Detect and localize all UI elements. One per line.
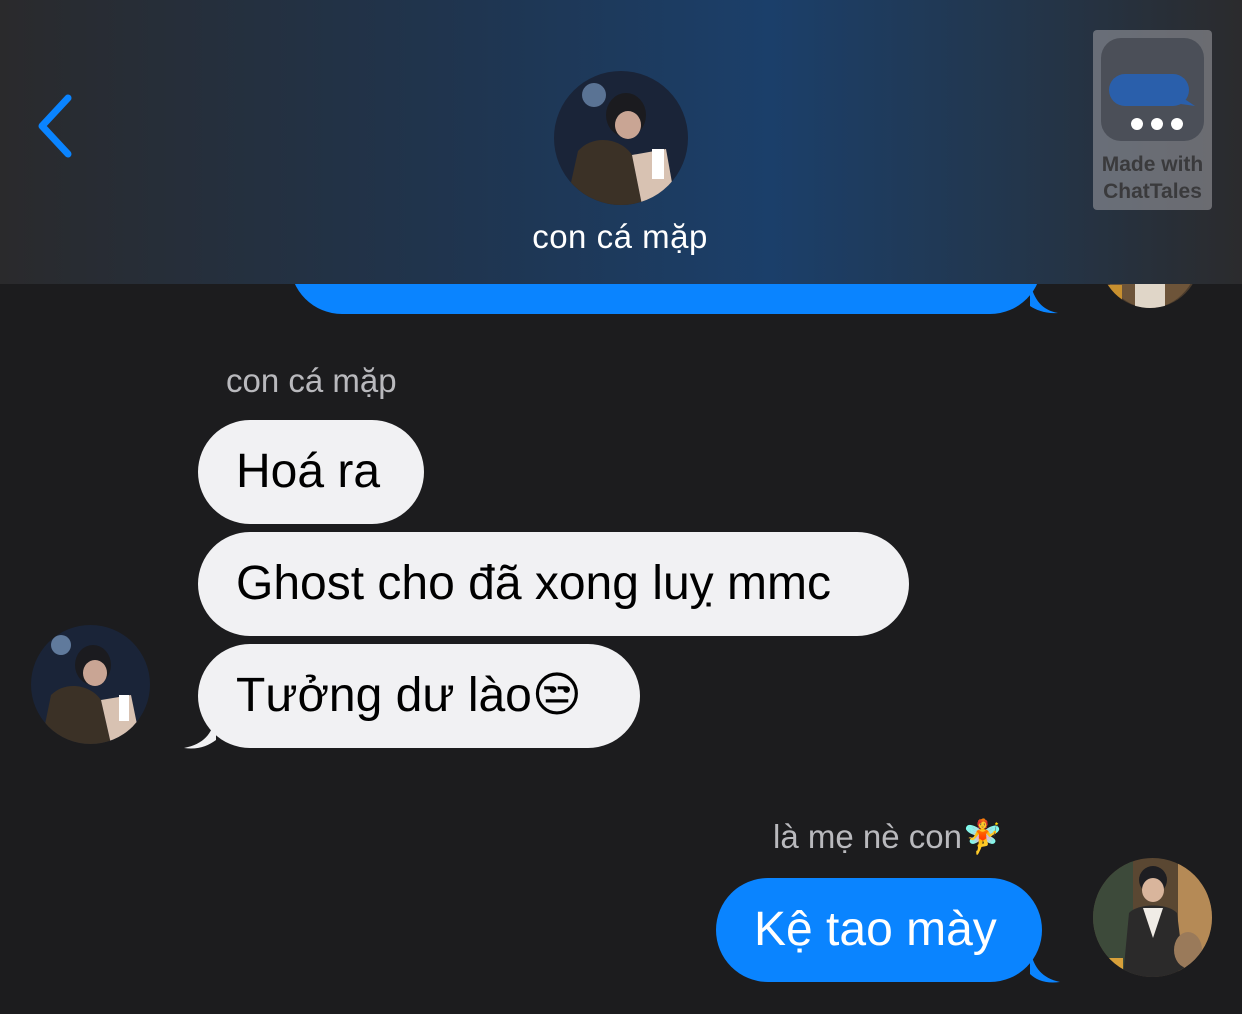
chevron-left-icon	[38, 94, 72, 158]
chattales-logo	[1101, 38, 1204, 141]
chattales-watermark: Made with ChatTales	[1093, 30, 1212, 210]
outgoing-sender-name: là mẹ nè con🧚	[773, 818, 1004, 855]
header-contact-avatar[interactable]	[554, 71, 688, 205]
bubble-tail	[1030, 950, 1060, 983]
bubble-tail	[184, 716, 216, 749]
bubble-tail	[1030, 282, 1058, 314]
contact-avatar[interactable]	[31, 625, 150, 744]
own-avatar[interactable]	[1093, 858, 1212, 977]
watermark-text: Made with ChatTales	[1093, 151, 1212, 205]
contact-name[interactable]: con cá mặp	[0, 218, 1240, 256]
conversation-header: con cá mặp Made with ChatTales	[0, 0, 1242, 284]
message-bubble-outgoing[interactable]: Kệ tao mày	[716, 878, 1042, 982]
message-bubble-incoming[interactable]: Ghost cho đã xong luỵ mmc	[198, 532, 909, 636]
watermark-line2: ChatTales	[1103, 180, 1202, 203]
chat-bubble-icon	[1109, 74, 1195, 130]
message-bubble-incoming[interactable]: Hoá ra	[198, 420, 424, 524]
incoming-sender-name: con cá mặp	[226, 362, 397, 399]
message-bubble-incoming[interactable]: Tưởng dư lào😒	[198, 644, 640, 748]
back-button[interactable]	[28, 86, 88, 166]
watermark-line1: Made with	[1101, 153, 1204, 176]
